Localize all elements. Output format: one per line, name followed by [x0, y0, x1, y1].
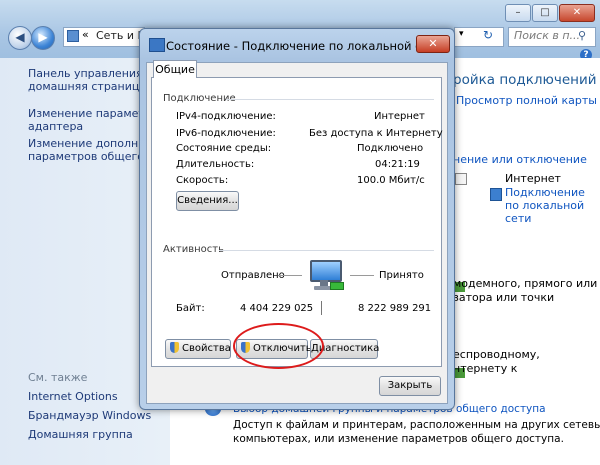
media-state-label: Состояние среды:: [176, 143, 272, 154]
bytes-divider: [321, 301, 322, 315]
dropdown-arrow-icon[interactable]: ▾: [459, 29, 464, 39]
homegroup-desc-line1: Доступ к файлам и принтерам, расположенн…: [233, 419, 600, 431]
forward-button[interactable]: ▶: [31, 26, 55, 50]
network-activity-icon: [304, 256, 344, 296]
ipv4-value: Интернет: [374, 111, 425, 122]
see-also-heading: См. также: [28, 371, 88, 384]
bytes-sent-value: 4 404 229 025: [240, 303, 314, 314]
sent-label: Отправлено: [221, 270, 285, 281]
back-button[interactable]: ◀: [8, 26, 32, 50]
media-state-value: Подключено: [357, 143, 424, 154]
search-icon[interactable]: ⚲: [578, 29, 586, 42]
link-windows-firewall[interactable]: Брандмауэр Windows: [28, 409, 151, 422]
breadcrumb-chevron-icon: «: [82, 28, 89, 41]
setup-text-line2: затора или точки: [453, 291, 555, 304]
uac-shield-icon: [170, 342, 179, 353]
ipv6-label: IPv6-подключение:: [176, 128, 276, 139]
network-center-heading: ройка подключений: [453, 72, 597, 88]
maximize-button[interactable]: □: [532, 4, 558, 22]
duration-value: 04:21:19: [375, 159, 420, 170]
bytes-label: Байт:: [176, 303, 205, 314]
activity-group-divider: [219, 250, 434, 251]
connection-group-divider: [226, 99, 434, 100]
connect-disconnect-link[interactable]: нение или отключение: [453, 153, 587, 167]
homegroup-desc-line2: компьютерах, или изменение параметров об…: [233, 433, 564, 445]
red-highlight-circle: [233, 323, 324, 369]
bytes-received-value: 8 222 989 291: [358, 303, 432, 314]
received-line: [350, 275, 374, 276]
properties-button[interactable]: Свойства: [165, 339, 231, 359]
activity-group-label: Активность: [163, 244, 224, 255]
connect-text-line1: еспроводному,: [453, 348, 540, 361]
connection-group-label: Подключение: [163, 93, 236, 104]
received-label: Принято: [379, 270, 424, 281]
duration-label: Длительность:: [176, 159, 255, 170]
sent-line: [278, 275, 302, 276]
access-type-value: Интернет: [505, 172, 561, 185]
properties-button-label: Свойства: [182, 343, 231, 354]
connect-text-line2: нтернету к: [453, 362, 518, 375]
access-type-icon: [455, 173, 467, 185]
network-folder-icon: [67, 30, 79, 42]
nav-control-panel-home[interactable]: Панель управления - домашняя страница: [28, 67, 150, 93]
close-button[interactable]: Закрыть: [379, 376, 441, 396]
refresh-icon[interactable]: ↻: [483, 28, 493, 42]
setup-text-line1: модемного, прямого или: [453, 277, 598, 290]
link-internet-options[interactable]: Internet Options: [28, 390, 118, 403]
tab-general[interactable]: Общие: [153, 60, 197, 78]
details-button[interactable]: Сведения...: [176, 191, 239, 211]
network-connection-icon: [149, 38, 165, 52]
speed-label: Скорость:: [176, 175, 229, 186]
network-adapter-icon: [490, 188, 502, 201]
dialog-title: Состояние - Подключение по локальной сет…: [166, 39, 443, 53]
dialog-close-button[interactable]: ✕: [416, 35, 450, 53]
ipv6-value: Без доступа к Интернету: [309, 128, 443, 139]
link-homegroup[interactable]: Домашняя группа: [28, 428, 133, 441]
local-connection-link[interactable]: Подключение по локальной сети: [505, 186, 585, 225]
minimize-button[interactable]: –: [505, 4, 531, 22]
address-bar-end[interactable]: ▾ ↻: [454, 27, 504, 47]
window-controls: – □ ✕: [505, 4, 595, 22]
speed-value: 100.0 Мбит/с: [357, 175, 425, 186]
window-close-button[interactable]: ✕: [559, 4, 595, 22]
ipv4-label: IPv4-подключение:: [176, 111, 276, 122]
view-full-map-link[interactable]: Просмотр полной карты: [456, 94, 597, 108]
search-placeholder: Поиск в п...: [514, 29, 580, 42]
